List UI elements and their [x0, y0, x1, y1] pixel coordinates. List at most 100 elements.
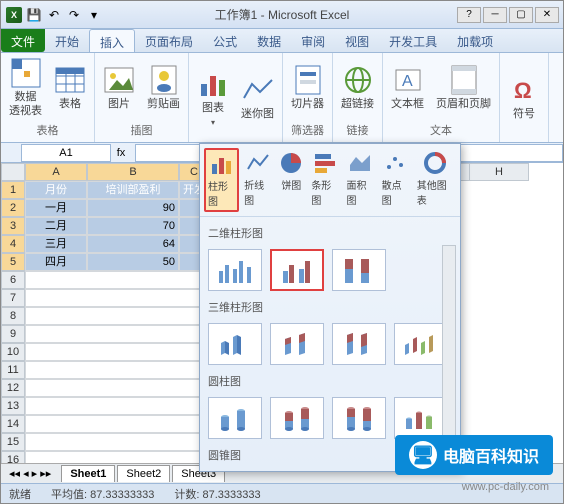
cell[interactable] [25, 379, 209, 397]
chart-thumb-cylinder-2[interactable] [270, 397, 324, 439]
slicer-button[interactable]: 切片器 [287, 62, 328, 113]
chart-thumb-3d-column[interactable] [394, 323, 448, 365]
cell[interactable] [25, 289, 209, 307]
pivottable-label: 数据 透视表 [9, 91, 42, 117]
table-icon [54, 64, 86, 96]
textbox-button[interactable]: A 文本框 [387, 62, 428, 113]
headerfooter-button[interactable]: 页眉和页脚 [432, 62, 495, 113]
chart-button[interactable]: 图表 ▾ [193, 66, 233, 128]
cell[interactable] [25, 397, 209, 415]
save-icon[interactable]: 💾 [25, 6, 43, 24]
tab-home[interactable]: 开始 [45, 29, 89, 52]
col-header[interactable]: H [469, 163, 529, 181]
cell[interactable]: 64 [87, 235, 179, 253]
scrollbar[interactable] [442, 245, 456, 467]
tab-pagelayout[interactable]: 页面布局 [135, 29, 203, 52]
chart-thumb-3d-100stacked[interactable] [332, 323, 386, 365]
fx-icon[interactable]: fx [111, 147, 131, 159]
row-header[interactable]: 14 [1, 415, 25, 433]
row-header[interactable]: 9 [1, 325, 25, 343]
clipart-button[interactable]: 剪贴画 [143, 62, 184, 113]
cell[interactable]: 90 [87, 199, 179, 217]
table-button[interactable]: 表格 [50, 62, 90, 113]
row-header[interactable]: 15 [1, 433, 25, 451]
cell[interactable]: 三月 [25, 235, 87, 253]
chart-type-column[interactable]: 柱形图 [204, 148, 239, 212]
tab-view[interactable]: 视图 [335, 29, 379, 52]
chart-type-scatter[interactable]: 散点图 [379, 148, 412, 212]
minimize-icon[interactable]: ─ [483, 7, 507, 23]
name-box[interactable]: A1 [21, 144, 111, 162]
row-header[interactable]: 12 [1, 379, 25, 397]
picture-button[interactable]: 图片 [99, 62, 139, 113]
cell[interactable] [25, 271, 209, 289]
tab-file[interactable]: 文件 [1, 29, 45, 52]
row-header[interactable]: 13 [1, 397, 25, 415]
chart-thumb-stacked-column[interactable] [270, 249, 324, 291]
chart-thumb-100-stacked-column[interactable] [332, 249, 386, 291]
maximize-icon[interactable]: ▢ [509, 7, 533, 23]
chart-type-other[interactable]: 其他图表 [414, 148, 456, 212]
hyperlink-button[interactable]: 超链接 [337, 62, 378, 113]
undo-icon[interactable]: ↶ [45, 6, 63, 24]
row-header[interactable]: 10 [1, 343, 25, 361]
chart-thumb-3d-clustered[interactable] [208, 323, 262, 365]
row-header[interactable]: 3 [1, 217, 25, 235]
cell[interactable] [25, 433, 209, 451]
tab-formulas[interactable]: 公式 [203, 29, 247, 52]
row-header[interactable]: 4 [1, 235, 25, 253]
cell[interactable]: 一月 [25, 199, 87, 217]
symbol-button[interactable]: Ω 符号 [504, 72, 544, 123]
cell[interactable]: 培训部盈利 [87, 181, 179, 199]
close-icon[interactable]: ✕ [535, 7, 559, 23]
symbol-label: 符号 [513, 108, 535, 121]
row-header[interactable]: 6 [1, 271, 25, 289]
cell[interactable]: 二月 [25, 217, 87, 235]
chart-type-pie[interactable]: 饼图 [276, 148, 306, 212]
pivottable-button[interactable]: 数据 透视表 [5, 55, 46, 119]
cell[interactable] [25, 361, 209, 379]
col-header[interactable]: A [25, 163, 87, 181]
cell[interactable] [25, 415, 209, 433]
tab-data[interactable]: 数据 [247, 29, 291, 52]
row-header[interactable]: 2 [1, 199, 25, 217]
chart-thumb-clustered-column[interactable] [208, 249, 262, 291]
chart-type-area[interactable]: 面积图 [343, 148, 376, 212]
chart-icon [197, 68, 229, 100]
ribbon: 数据 透视表 表格 表格 图片 剪贴画 插图 图表 ▾ [1, 53, 563, 143]
cell[interactable] [25, 307, 209, 325]
chart-type-line[interactable]: 折线图 [241, 148, 274, 212]
cell[interactable]: 70 [87, 217, 179, 235]
chart-thumb-cylinder-3[interactable] [332, 397, 386, 439]
row-header[interactable]: 1 [1, 181, 25, 199]
clipart-icon [148, 64, 180, 96]
chart-type-bar[interactable]: 条形图 [308, 148, 341, 212]
col-header[interactable]: B [87, 163, 179, 181]
cell[interactable]: 月份 [25, 181, 87, 199]
tab-dev[interactable]: 开发工具 [379, 29, 447, 52]
tab-review[interactable]: 审阅 [291, 29, 335, 52]
cell[interactable]: 50 [87, 253, 179, 271]
tab-insert[interactable]: 插入 [89, 29, 135, 52]
chart-thumb-cylinder-4[interactable] [394, 397, 448, 439]
sheet-tab[interactable]: Sheet2 [117, 465, 170, 482]
sparkline-button[interactable]: 迷你图 [237, 72, 278, 123]
select-all-corner[interactable] [1, 163, 25, 181]
excel-icon[interactable]: X [5, 6, 23, 24]
redo-icon[interactable]: ↷ [65, 6, 83, 24]
tab-addins[interactable]: 加载项 [447, 29, 503, 52]
sheet-nav-icons[interactable]: ◂◂ ◂ ▸ ▸▸ [1, 467, 59, 480]
cell[interactable]: 四月 [25, 253, 87, 271]
row-header[interactable]: 8 [1, 307, 25, 325]
row-header[interactable]: 5 [1, 253, 25, 271]
chart-thumb-3d-stacked[interactable] [270, 323, 324, 365]
cell[interactable] [25, 343, 209, 361]
chart-thumb-cylinder-1[interactable] [208, 397, 262, 439]
row-header[interactable]: 7 [1, 289, 25, 307]
help-icon[interactable]: ? [457, 7, 481, 23]
row-header[interactable]: 11 [1, 361, 25, 379]
qat-dropdown[interactable]: ▾ [85, 6, 103, 24]
sheet-tab[interactable]: Sheet1 [61, 465, 115, 482]
group-filter-label: 筛选器 [287, 120, 328, 140]
cell[interactable] [25, 325, 209, 343]
